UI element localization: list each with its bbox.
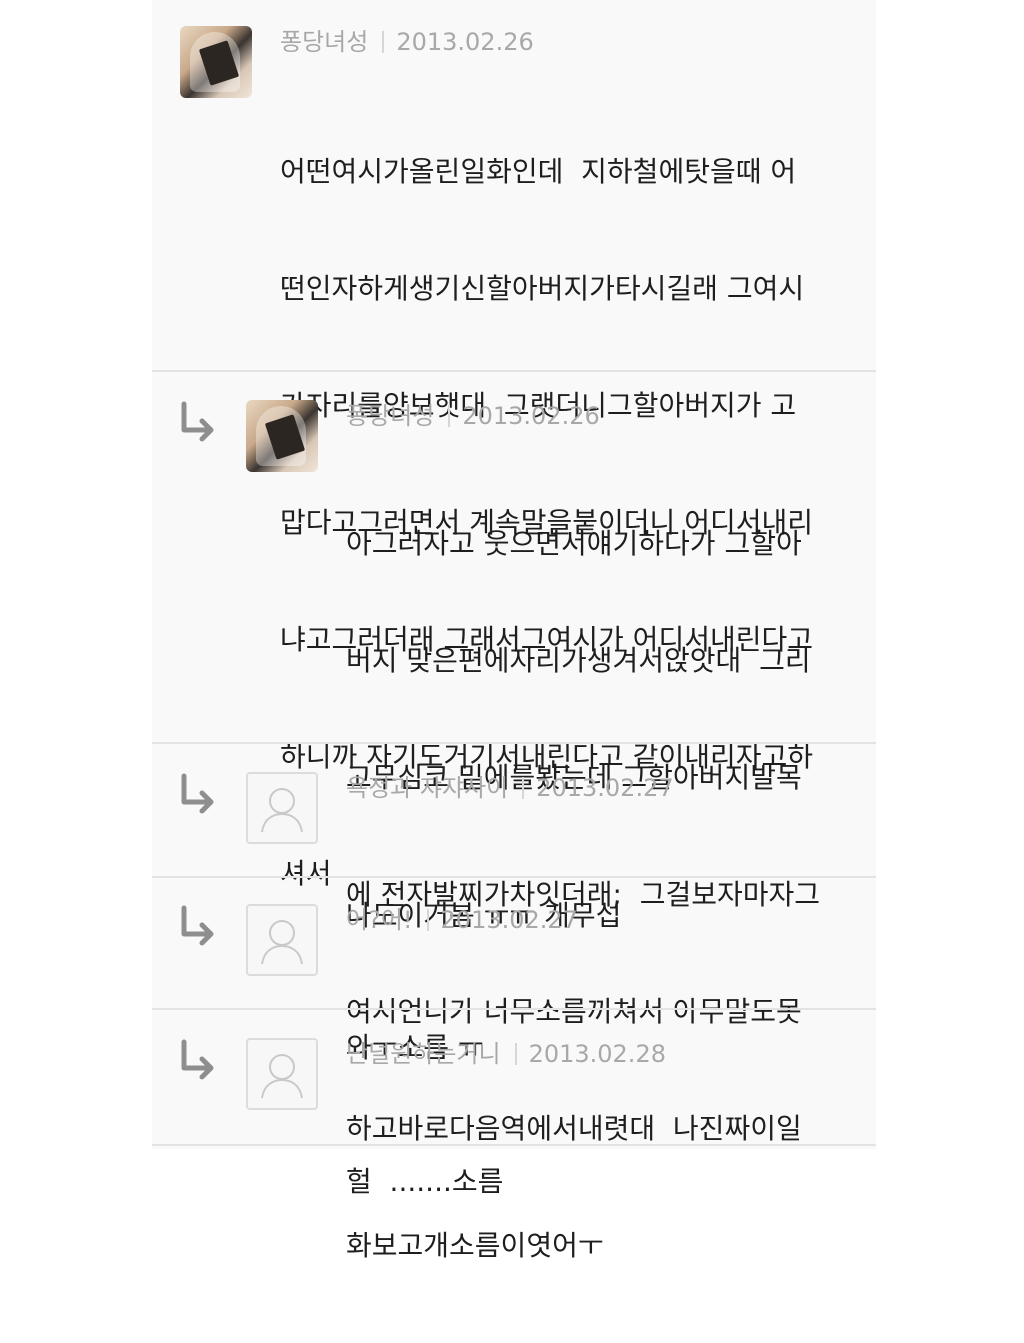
comment-thread-page: 퐁당녀성 2013.02.26 어떤여시가올린일화인데 지하철에탓을때 어 떤인자… xyxy=(0,0,1024,1262)
reply-arrow-icon xyxy=(181,1039,214,1080)
author-name[interactable]: 퐁당녀성 xyxy=(280,28,368,56)
comment-line: 아그러자고 웃으면서얘기하다가 그할아 xyxy=(346,527,802,560)
comment-date: 2013.02.26 xyxy=(462,402,600,430)
default-user-icon[interactable] xyxy=(246,904,318,976)
meta-separator xyxy=(426,909,429,931)
comment-date: 2013.02.26 xyxy=(396,28,534,56)
reply-arrow-icon xyxy=(181,773,214,814)
comment-meta: 퐁당녀성 2013.02.26 xyxy=(280,26,534,58)
comment-line: 헐 .......소름 xyxy=(346,1165,504,1198)
comment-line: 떤인자하게생기신할아버지가타시길래 그여시 xyxy=(280,272,805,305)
meta-separator xyxy=(448,405,451,427)
comment-text: 헐 .......소름 xyxy=(346,1084,503,1279)
comment-line: 어떤여시가올린일화인데 지하철에탓을때 어 xyxy=(280,155,797,188)
author-name[interactable]: 난널원하는거니 xyxy=(346,1040,501,1068)
default-user-icon[interactable] xyxy=(246,1038,318,1110)
meta-separator xyxy=(522,777,525,799)
author-avatar[interactable] xyxy=(180,26,252,98)
reply-arrow-icon xyxy=(181,401,214,442)
author-name[interactable]: 욕정과 쟈쟈사이 xyxy=(346,774,508,802)
meta-separator xyxy=(382,31,385,53)
author-name[interactable]: 어?어! xyxy=(346,906,413,934)
author-name[interactable]: 퐁당녀성 xyxy=(346,402,434,430)
comment-date: 2013.02.27 xyxy=(536,774,674,802)
author-avatar[interactable] xyxy=(246,400,318,472)
default-user-icon[interactable] xyxy=(246,772,318,844)
comment-date: 2013.02.28 xyxy=(528,1040,666,1068)
comment-meta: 어?어! 2013.02.27 xyxy=(346,904,578,936)
comment-meta: 퐁당녀성 2013.02.26 xyxy=(346,400,600,432)
comment-meta: 난널원하는거니 2013.02.28 xyxy=(346,1038,666,1070)
meta-separator xyxy=(514,1043,517,1065)
comment-date: 2013.02.27 xyxy=(440,906,578,934)
comment-meta: 욕정과 쟈쟈사이 2013.02.27 xyxy=(346,772,674,804)
comment-line: 버지 맞은편에자리가생겨서앉앗대 그리 xyxy=(346,644,811,677)
reply-arrow-icon xyxy=(181,905,214,946)
